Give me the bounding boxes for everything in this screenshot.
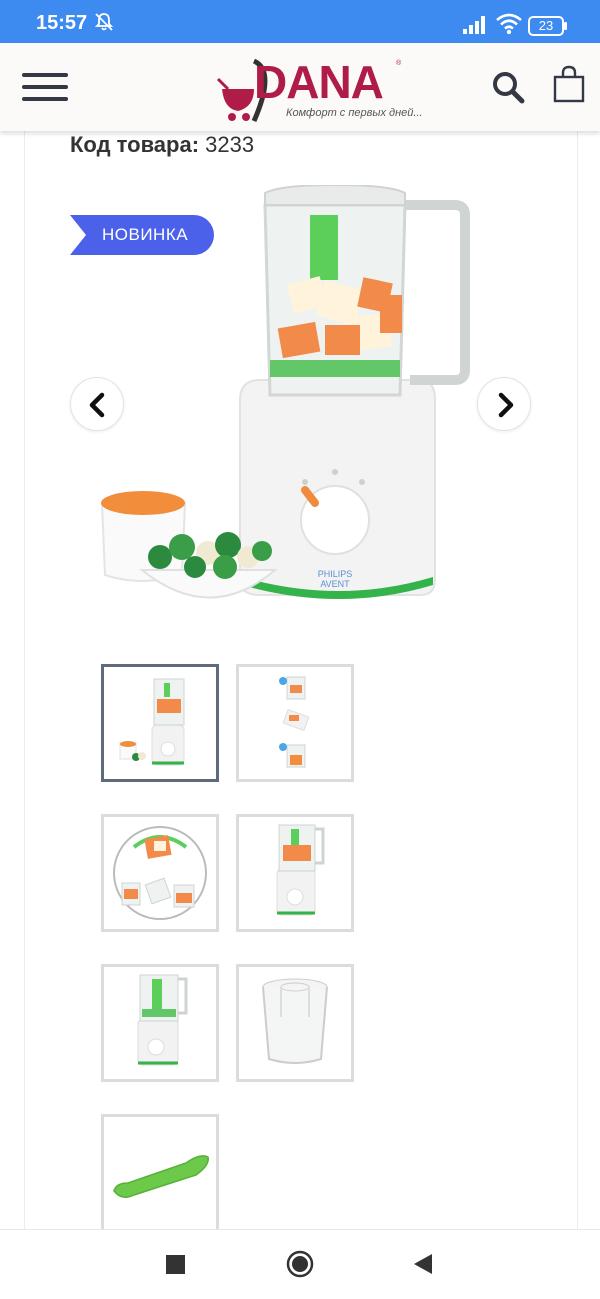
- wifi-icon: [496, 13, 522, 35]
- gallery-thumbnail[interactable]: [236, 814, 354, 932]
- gallery-thumbnail[interactable]: [236, 664, 354, 782]
- signal-icon: [463, 16, 485, 34]
- recent-apps-icon[interactable]: [166, 1255, 185, 1274]
- thumbnail-image-cycle: [113, 826, 207, 920]
- thumbnail-image-steam-basket: [262, 978, 328, 1064]
- gallery-thumbnail[interactable]: [101, 664, 219, 782]
- chevron-left-icon: [89, 392, 105, 418]
- gallery-next-button[interactable]: [477, 377, 531, 431]
- gallery-thumbnail[interactable]: [236, 964, 354, 1082]
- shopping-bag-icon[interactable]: [552, 65, 586, 103]
- gallery-thumbnail[interactable]: [101, 964, 219, 1082]
- screen: 15:57 23 ® DANA Комфорт с первых дней...…: [0, 0, 600, 1299]
- thumbnail-image-front-view: [276, 824, 325, 916]
- home-icon[interactable]: [286, 1250, 314, 1278]
- bell-off-icon: [94, 13, 114, 31]
- system-nav-bar: [0, 1229, 600, 1299]
- brand-label-top: PHILIPS: [318, 569, 353, 579]
- logo-text: DANA: [254, 56, 384, 108]
- search-icon[interactable]: [490, 69, 526, 105]
- product-sku: Код товара: 3233: [70, 132, 254, 158]
- gallery-prev-button[interactable]: [70, 377, 124, 431]
- brand-label-bottom: AVENT: [320, 579, 350, 589]
- gallery-thumbnail[interactable]: [101, 1114, 219, 1232]
- hamburger-menu-icon[interactable]: [22, 73, 68, 101]
- back-icon[interactable]: [412, 1252, 434, 1276]
- thumbnail-image-empty-blender: [137, 974, 188, 1066]
- sku-label: Код товара:: [70, 132, 200, 157]
- thumbnail-image-steps: [279, 676, 310, 768]
- thumbnail-image-spatula: [113, 1155, 209, 1198]
- logo-tagline: Комфорт с первых дней...: [286, 107, 423, 119]
- status-bar: 15:57 23: [0, 0, 600, 43]
- sku-value: 3233: [205, 132, 255, 157]
- gallery-thumbnail[interactable]: [101, 814, 219, 932]
- site-header: ® DANA Комфорт с первых дней...: [0, 43, 600, 131]
- new-badge: НОВИНКА: [70, 215, 214, 255]
- status-time: 15:57: [36, 12, 88, 34]
- chevron-right-icon: [498, 392, 514, 418]
- thumbnail-image-blender: [119, 678, 185, 766]
- battery-level: 23: [538, 18, 554, 33]
- svg-text:®: ®: [396, 59, 402, 67]
